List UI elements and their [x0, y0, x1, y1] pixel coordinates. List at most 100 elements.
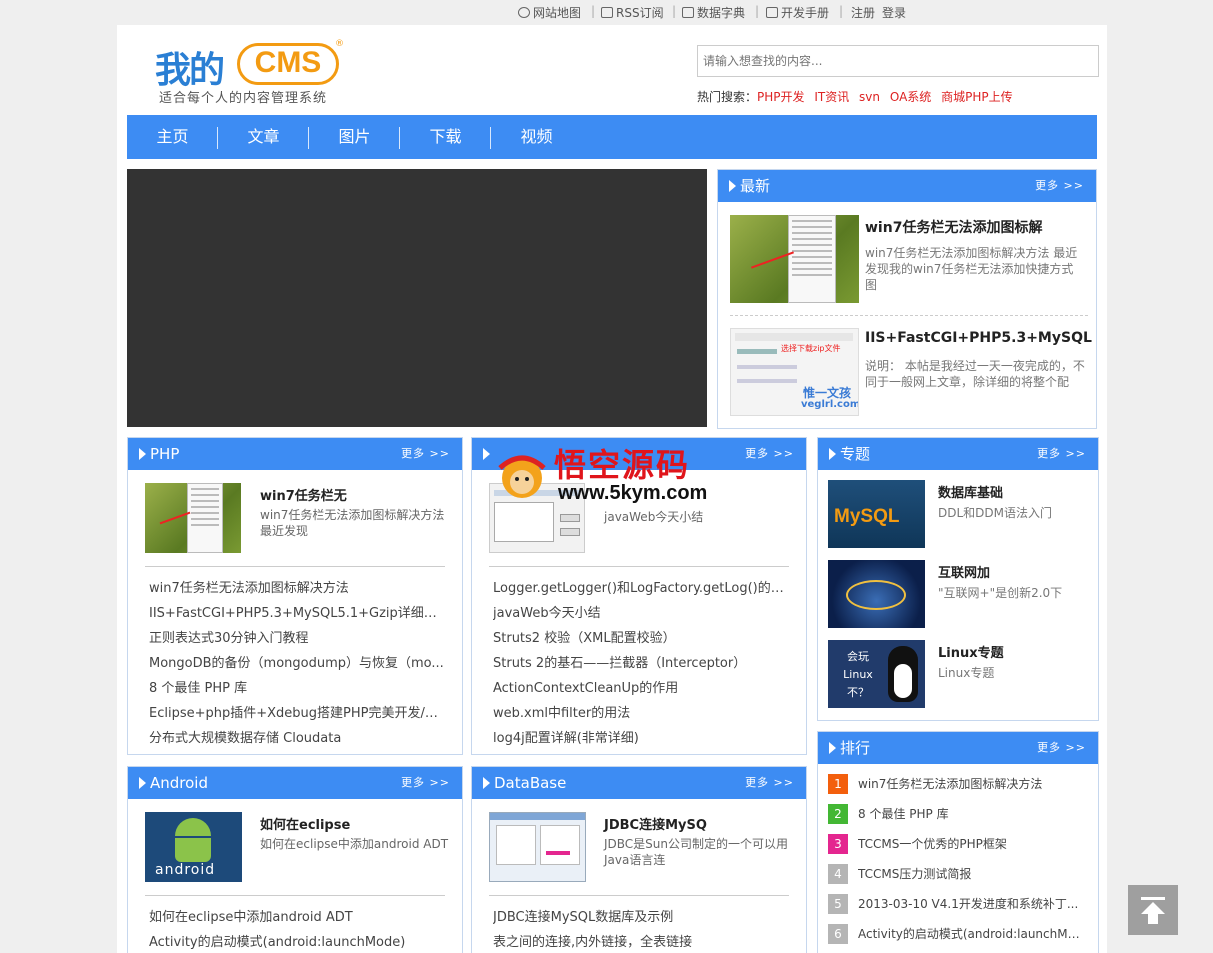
- rank-item[interactable]: 1 win7任务栏无法添加图标解决方法: [828, 774, 1090, 794]
- php-panel: PHP 更多 >> win7任务栏无 win7任务栏无法添加图标解决方法最近发现…: [127, 437, 463, 755]
- more-link[interactable]: 更多 >>: [745, 438, 794, 470]
- panel-header: Android 更多 >>: [128, 767, 462, 799]
- rank-title[interactable]: TCCMS一个优秀的PHP框架: [858, 834, 1083, 854]
- site-logo[interactable]: 我的 CMS ® 适合每个人的内容管理系统: [155, 39, 345, 109]
- article-title[interactable]: IIS+FastCGI+PHP5.3+MySQL: [865, 330, 1092, 346]
- register-link[interactable]: 注册: [851, 4, 875, 21]
- article-thumbnail[interactable]: [730, 215, 859, 303]
- hot-keyword[interactable]: 商城PHP上传: [941, 90, 1013, 104]
- article-thumbnail[interactable]: android: [145, 812, 242, 882]
- rank-item[interactable]: 6 Activity的启动模式(android:launchMo...: [828, 924, 1090, 944]
- article-title[interactable]: win7任务栏无法添加图标解: [865, 217, 1042, 237]
- sitemap-icon: [518, 7, 530, 18]
- topic-desc: "互联网+"是创新2.0下: [938, 586, 1063, 600]
- article-thumbnail[interactable]: [145, 483, 241, 553]
- rank-item[interactable]: 4 TCCMS压力测试简报: [828, 864, 1090, 884]
- topic-item[interactable]: 会玩 Linux 不？ Linux专题 Linux专题: [828, 640, 1088, 708]
- latest-item[interactable]: 选择下载zip文件 惟一文孩 veglrl.com IIS+FastCGI+PH…: [730, 328, 1092, 418]
- list-item[interactable]: 如何在eclipse中添加android ADT: [149, 905, 448, 930]
- featured-title[interactable]: win7任务栏无: [260, 485, 347, 504]
- rank-title[interactable]: Activity的启动模式(android:launchMo...: [858, 924, 1083, 944]
- divider: [489, 895, 789, 896]
- rank-title[interactable]: 2013-03-10 V4.1开发进度和系统补丁...: [858, 894, 1083, 914]
- more-link[interactable]: 更多 >>: [745, 767, 794, 799]
- nav-home[interactable]: 主页: [127, 115, 218, 159]
- featured-title[interactable]: 如何在eclipse: [260, 814, 350, 833]
- back-to-top-button[interactable]: [1128, 885, 1178, 935]
- rss-link[interactable]: RSS订阅: [601, 4, 664, 21]
- document-icon: [766, 7, 778, 18]
- topic-title[interactable]: 数据库基础: [938, 482, 1003, 501]
- login-link[interactable]: 登录: [882, 4, 906, 21]
- hot-keyword[interactable]: IT资讯: [814, 90, 849, 104]
- list-item[interactable]: log4j配置详解(非常详细): [493, 726, 792, 751]
- rank-item[interactable]: 2 8 个最佳 PHP 库: [828, 804, 1090, 824]
- featured-summary: javaWeb今天小结: [604, 510, 704, 524]
- list-item[interactable]: Struts2 校验（XML配置校验）: [493, 626, 792, 651]
- image-slider[interactable]: [127, 169, 707, 427]
- featured-article[interactable]: win7任务栏无 win7任务栏无法添加图标解决方法最近发现: [145, 483, 445, 558]
- nav-downloads[interactable]: 下载: [400, 115, 491, 159]
- top-bar: 网站地图 | RSS订阅 | 数据字典 | 开发手册 | 注册 登录: [0, 0, 1213, 24]
- article-list: Logger.getLogger()和LogFactory.getLog()的区…: [493, 576, 792, 751]
- more-link[interactable]: 更多 >>: [401, 767, 450, 799]
- hot-keyword[interactable]: svn: [859, 90, 880, 104]
- rank-item[interactable]: 5 2013-03-10 V4.1开发进度和系统补丁...: [828, 894, 1090, 914]
- list-item[interactable]: 正则表达式30分钟入门教程: [149, 626, 448, 651]
- list-item[interactable]: 8 个最佳 PHP 库: [149, 676, 448, 701]
- list-item[interactable]: IIS+FastCGI+PHP5.3+MySQL5.1+Gzip详细教程: [149, 601, 448, 626]
- article-thumbnail[interactable]: [489, 812, 586, 882]
- thumbnail-caption: 选择下载zip文件: [781, 344, 841, 353]
- rank-item[interactable]: 3 TCCMS一个优秀的PHP框架: [828, 834, 1090, 854]
- list-item[interactable]: Eclipse+php插件+Xdebug搭建PHP完美开发/调...: [149, 701, 448, 726]
- more-link[interactable]: 更多 >>: [1037, 732, 1086, 764]
- list-item[interactable]: win7任务栏无法添加图标解决方法: [149, 576, 448, 601]
- list-item[interactable]: 分布式大规模数据存储 Cloudata: [149, 726, 448, 751]
- divider: |: [591, 4, 596, 18]
- search-input[interactable]: [697, 45, 1099, 77]
- rank-number: 2: [828, 804, 848, 824]
- list-item[interactable]: MongoDB的备份（mongodump）与恢复（mo...: [149, 651, 448, 676]
- sitemap-link[interactable]: 网站地图: [518, 4, 581, 21]
- hot-search-label: 热门搜索：: [697, 90, 758, 104]
- more-link[interactable]: 更多 >>: [401, 438, 450, 470]
- article-thumbnail[interactable]: 选择下载zip文件 惟一文孩 veglrl.com: [730, 328, 859, 416]
- topic-item[interactable]: 互联网加 "互联网+"是创新2.0下: [828, 560, 1088, 628]
- latest-item[interactable]: win7任务栏无法添加图标解 win7任务栏无法添加图标解决方法 最近发现我的w…: [730, 215, 1090, 305]
- divider: |: [755, 4, 760, 18]
- data-dict-link[interactable]: 数据字典: [682, 4, 745, 21]
- topic-title[interactable]: 互联网加: [938, 562, 990, 581]
- watermark-title: 悟空源码: [554, 446, 691, 484]
- list-item[interactable]: Struts 2的基石——拦截器（Interceptor）: [493, 651, 792, 676]
- topic-thumbnail[interactable]: [828, 560, 925, 628]
- hot-keyword[interactable]: OA系统: [890, 90, 931, 104]
- topic-title[interactable]: Linux专题: [938, 642, 1004, 661]
- rank-title[interactable]: TCCMS压力测试简报: [858, 864, 1083, 884]
- list-item[interactable]: javaWeb今天小结: [493, 601, 792, 626]
- hot-keyword[interactable]: PHP开发: [757, 90, 805, 104]
- list-item[interactable]: 表之间的连接,内外链接，全表链接: [493, 930, 792, 953]
- rank-title[interactable]: 8 个最佳 PHP 库: [858, 804, 1083, 824]
- nav-articles[interactable]: 文章: [218, 115, 309, 159]
- list-item[interactable]: Activity的启动模式(android:launchMode): [149, 930, 448, 953]
- topic-thumbnail[interactable]: 会玩 Linux 不？: [828, 640, 925, 708]
- list-item[interactable]: ActionContextCleanUp的作用: [493, 676, 792, 701]
- list-item[interactable]: JDBC连接MySQL数据库及示例: [493, 905, 792, 930]
- rank-number: 5: [828, 894, 848, 914]
- topic-thumbnail[interactable]: MySQL: [828, 480, 925, 548]
- more-link[interactable]: 更多 >>: [1035, 170, 1084, 202]
- more-link[interactable]: 更多 >>: [1037, 438, 1086, 470]
- article-list: win7任务栏无法添加图标解决方法 IIS+FastCGI+PHP5.3+MyS…: [149, 576, 448, 751]
- book-icon: [601, 7, 613, 18]
- featured-article[interactable]: JDBC连接MySQ JDBC是Sun公司制定的一个可以用Java语言连: [489, 812, 789, 887]
- topic-item[interactable]: MySQL 数据库基础 DDL和DDM语法入门: [828, 480, 1088, 548]
- rank-title[interactable]: win7任务栏无法添加图标解决方法: [858, 774, 1083, 794]
- nav-videos[interactable]: 视频: [491, 115, 582, 159]
- nav-images[interactable]: 图片: [309, 115, 400, 159]
- featured-article[interactable]: android 如何在eclipse 如何在eclipse中添加android …: [145, 812, 448, 887]
- list-item[interactable]: Logger.getLogger()和LogFactory.getLog()的区…: [493, 576, 792, 601]
- featured-title[interactable]: JDBC连接MySQ: [604, 814, 707, 833]
- list-item[interactable]: web.xml中filter的用法: [493, 701, 792, 726]
- panel-header: DataBase 更多 >>: [472, 767, 806, 799]
- dev-manual-link[interactable]: 开发手册: [766, 4, 829, 21]
